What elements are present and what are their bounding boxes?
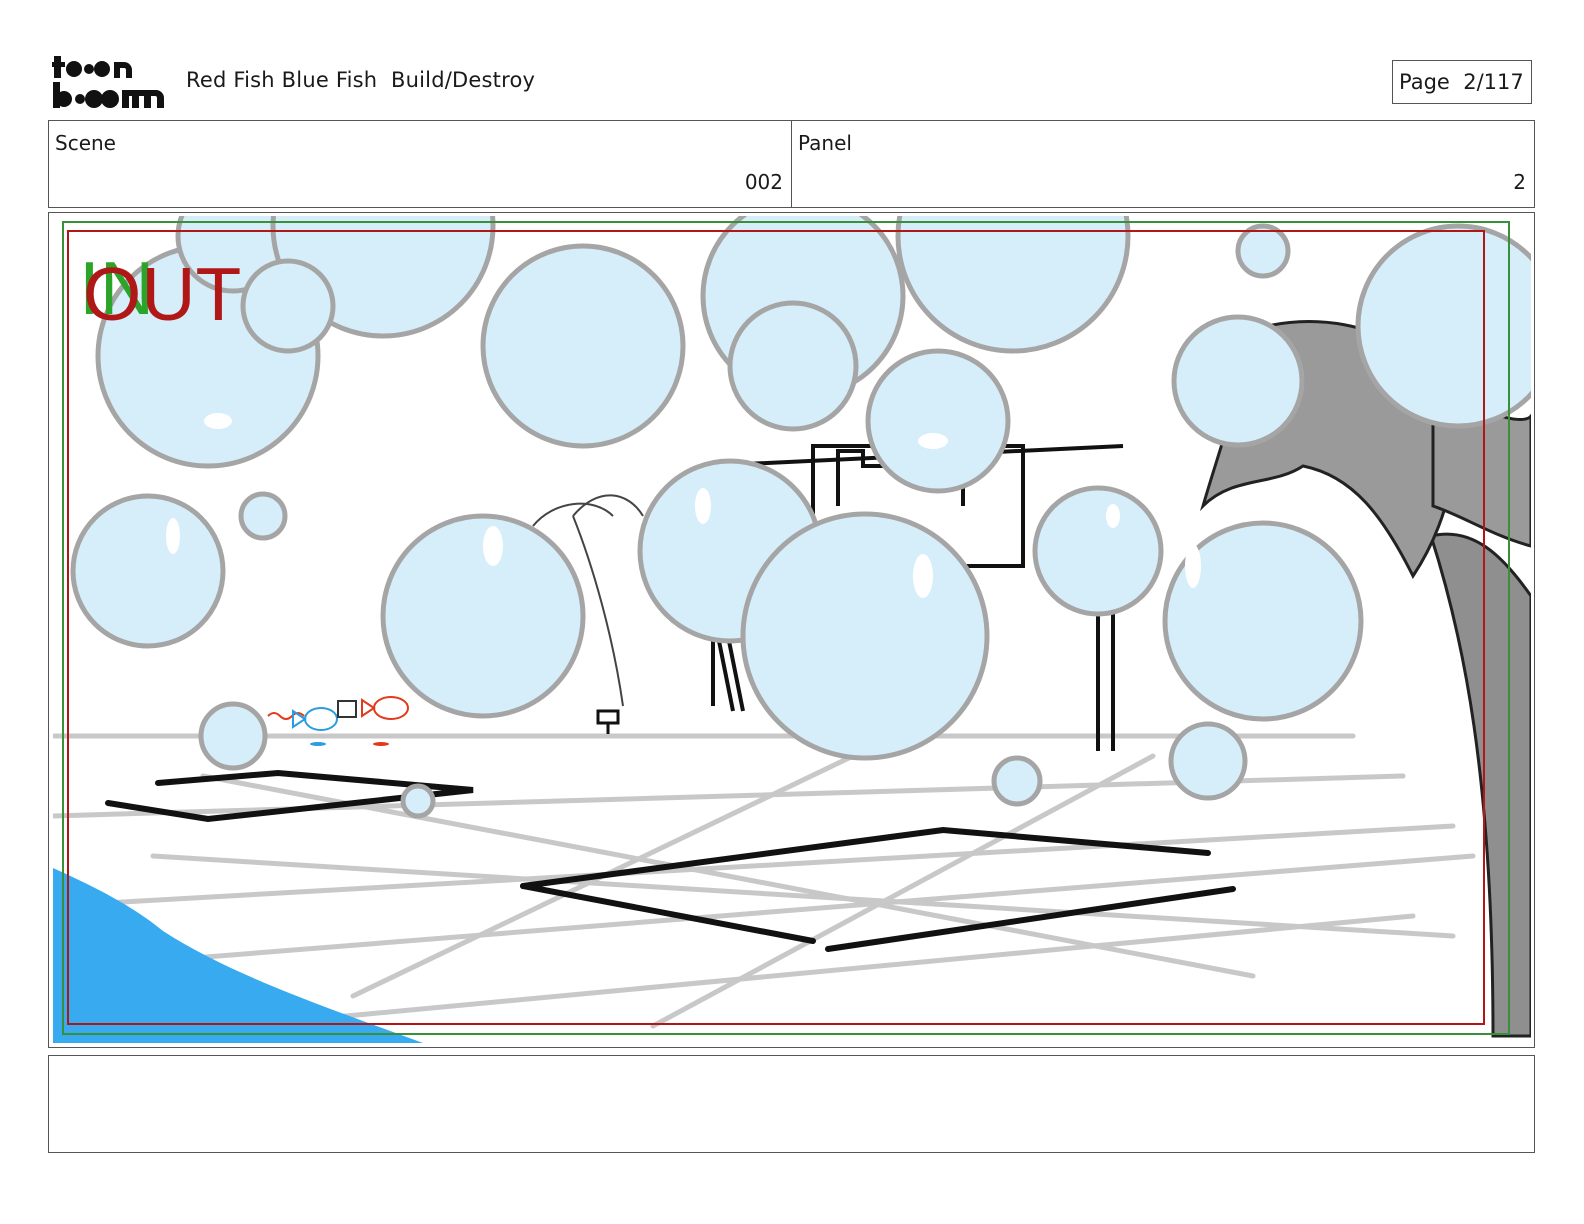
page-label: Page <box>1399 70 1450 94</box>
panel-cell: Panel 2 <box>791 121 1534 207</box>
scene-label: Scene <box>55 131 116 155</box>
notes-box <box>48 1055 1535 1153</box>
panel-number: 2 <box>1513 170 1526 194</box>
toonboom-logo <box>52 56 164 108</box>
document-title: Red Fish Blue Fish Build/Destroy <box>186 68 536 92</box>
panel-label: Panel <box>798 131 852 155</box>
scene-number: 002 <box>744 170 783 194</box>
page-indicator: Page 2/117 <box>1392 60 1532 104</box>
storyboard-frame: IN OUT <box>48 212 1535 1048</box>
page-number: 2/117 <box>1463 70 1524 94</box>
out-marker: OUT <box>83 252 241 336</box>
scene-cell: Scene 002 <box>49 121 791 207</box>
storyboard-image: IN OUT <box>53 216 1531 1043</box>
scene-panel-info: Scene 002 Panel 2 <box>48 120 1535 208</box>
